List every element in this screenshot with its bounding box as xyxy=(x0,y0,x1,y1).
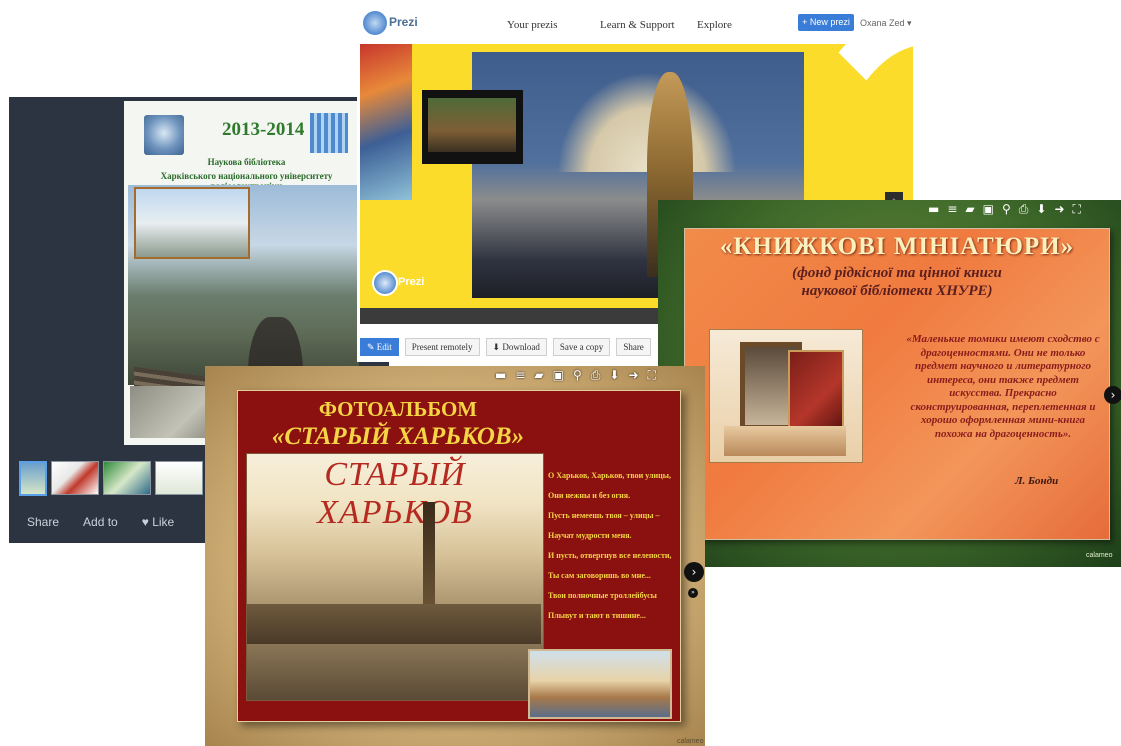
page-title: «КНИЖКОВІ МІНІАТЮРИ» xyxy=(719,233,1075,260)
next-page-icon[interactable]: › xyxy=(684,562,704,582)
prezi-logo-icon[interactable] xyxy=(363,11,387,35)
nav-your-prezis[interactable]: Your prezis xyxy=(507,19,558,31)
list-icon[interactable]: ≡ xyxy=(515,368,525,383)
book-icon[interactable]: ▬ xyxy=(495,368,506,383)
campus-photo xyxy=(128,185,359,445)
poem-line: Они нежны и без огня. xyxy=(548,491,631,500)
quote-text: «Маленькие томики имеют сходство с драго… xyxy=(906,333,1100,440)
page-year: 2013-2014 xyxy=(222,119,305,140)
album-title: ФОТОАЛЬБОМ xyxy=(318,397,478,421)
page-line-1: Наукова бібліотека xyxy=(207,157,286,167)
thumbnail[interactable] xyxy=(51,461,99,495)
folder-icon[interactable]: ▰ xyxy=(965,202,974,217)
poem-line: Ты сам заговоришь во мне... xyxy=(548,571,651,580)
last-page-icon[interactable]: » xyxy=(688,588,698,598)
prezi-brand[interactable]: Prezi xyxy=(389,15,418,29)
poem-text: О Харьков, Харьков, твои улицы, Они нежн… xyxy=(548,471,672,631)
save-copy-button[interactable]: Save a copy xyxy=(552,338,611,356)
video-frame xyxy=(428,98,516,152)
book-icon[interactable]: ▬ xyxy=(928,202,939,217)
calameo-viewer-album: ▬ ≡ ▰ ▣ ⚲ ⎙ ⬇ ➜ ⛶ ФОТОАЛЬБОМ «СТАРЫЙ ХАР… xyxy=(205,366,705,746)
album-subtitle: «СТАРЫЙ ХАРЬКОВ» xyxy=(271,423,525,450)
viewer-toolbar: ▬ ≡ ▰ ▣ ⚲ ⎙ ⬇ ➜ ⛶ xyxy=(928,202,1081,217)
share-icon[interactable]: ➜ xyxy=(628,368,638,383)
nav-learn-support[interactable]: Learn & Support xyxy=(600,19,675,31)
bridge-image xyxy=(247,604,541,644)
printer-icon[interactable]: ⎙ xyxy=(1019,202,1029,217)
viewer-toolbar: ▬ ≡ ▰ ▣ ⚲ ⎙ ⬇ ➜ ⛶ xyxy=(495,368,656,383)
download-button[interactable]: ⬇ Download xyxy=(485,338,547,356)
calameo-viewer-right: ▬ ≡ ▰ ▣ ⚲ ⎙ ⬇ ➜ ⛶ «КНИЖКОВІ МІНІАТЮРИ» (… xyxy=(658,200,1121,567)
video-thumbnail[interactable] xyxy=(422,90,523,164)
like-link[interactable]: ♥ Like xyxy=(142,515,174,529)
poem-line: Пусть немеешь твоя – улицы – xyxy=(548,511,660,520)
download-icon[interactable]: ⬇ xyxy=(1036,202,1046,217)
thumbnail-selected[interactable] xyxy=(19,461,47,496)
print-icon[interactable]: ▣ xyxy=(983,202,994,217)
download-icon[interactable]: ⬇ xyxy=(609,368,619,383)
book-page: «КНИЖКОВІ МІНІАТЮРИ» (фонд рідкісної та … xyxy=(684,228,1110,540)
qr-code-icon xyxy=(310,113,348,153)
new-prezi-button[interactable]: + New prezi xyxy=(798,14,854,31)
postcard-title: СТАРЫЙ ХАРЬКОВ xyxy=(317,456,473,531)
page-subtitle-1: (фонд рідкісної та цінної книги xyxy=(792,265,1002,281)
prezi-watermark-icon xyxy=(372,270,398,296)
calameo-brand[interactable]: calameo xyxy=(1086,552,1112,559)
page-subtitle-2: наукової бібліотеки ХНУРЕ) xyxy=(801,283,993,299)
list-icon[interactable]: ≡ xyxy=(947,202,957,217)
library-logo-icon xyxy=(144,115,184,155)
calameo-brand[interactable]: calameo xyxy=(677,738,703,745)
nav-explore[interactable]: Explore xyxy=(697,19,732,31)
next-page-icon[interactable]: › xyxy=(1104,386,1121,404)
poem-line: И пусть, отвергнув все нелепости, xyxy=(548,551,672,560)
search-icon[interactable]: ⚲ xyxy=(573,368,582,383)
thumbnail[interactable] xyxy=(103,461,151,495)
fullscreen-icon[interactable]: ⛶ xyxy=(1073,202,1081,217)
fullscreen-icon[interactable]: ⛶ xyxy=(648,368,656,383)
quote-author: Л. Бонди xyxy=(1015,475,1059,487)
prezi-action-bar: ✎ Edit Present remotely ⬇ Download Save … xyxy=(360,338,651,356)
edit-button[interactable]: ✎ Edit xyxy=(360,338,399,356)
miniature-books-photo xyxy=(709,329,863,463)
river-photo xyxy=(528,649,672,719)
share-icon[interactable]: ➜ xyxy=(1054,202,1064,217)
print-icon[interactable]: ▣ xyxy=(553,368,564,383)
folder-icon[interactable]: ▰ xyxy=(534,368,543,383)
painting-image xyxy=(360,44,412,200)
search-icon[interactable]: ⚲ xyxy=(1002,202,1011,217)
bell-tower-image xyxy=(423,502,435,612)
thumbnail-strip xyxy=(19,461,203,496)
user-menu[interactable]: Oxana Zed ▾ xyxy=(860,18,912,29)
vintage-postcard-image: СТАРЫЙ ХАРЬКОВ xyxy=(246,453,544,701)
share-link[interactable]: Share xyxy=(27,515,59,529)
printer-icon[interactable]: ⎙ xyxy=(591,368,601,383)
stand-image xyxy=(724,426,846,456)
add-to-link[interactable]: Add to xyxy=(83,515,118,529)
building-inset-photo xyxy=(134,187,250,259)
poem-line: Плывут и тают в тишине... xyxy=(548,611,646,620)
poem-line: Твои полночные троллейбусы xyxy=(548,591,657,600)
viewer-bottom-bar: Share Add to ♥ Like xyxy=(27,515,174,529)
mini-book-image xyxy=(788,350,844,430)
share-button[interactable]: Share xyxy=(616,338,651,356)
album-page: ФОТОАЛЬБОМ «СТАРЫЙ ХАРЬКОВ» СТАРЫЙ ХАРЬК… xyxy=(237,390,681,722)
present-remotely-button[interactable]: Present remotely xyxy=(404,338,480,356)
poem-line: Научат мудрости меня. xyxy=(548,531,632,540)
thumbnail[interactable] xyxy=(155,461,203,495)
poem-line: О Харьков, Харьков, твои улицы, xyxy=(548,471,671,480)
prezi-watermark-text: Prezi xyxy=(398,276,425,288)
